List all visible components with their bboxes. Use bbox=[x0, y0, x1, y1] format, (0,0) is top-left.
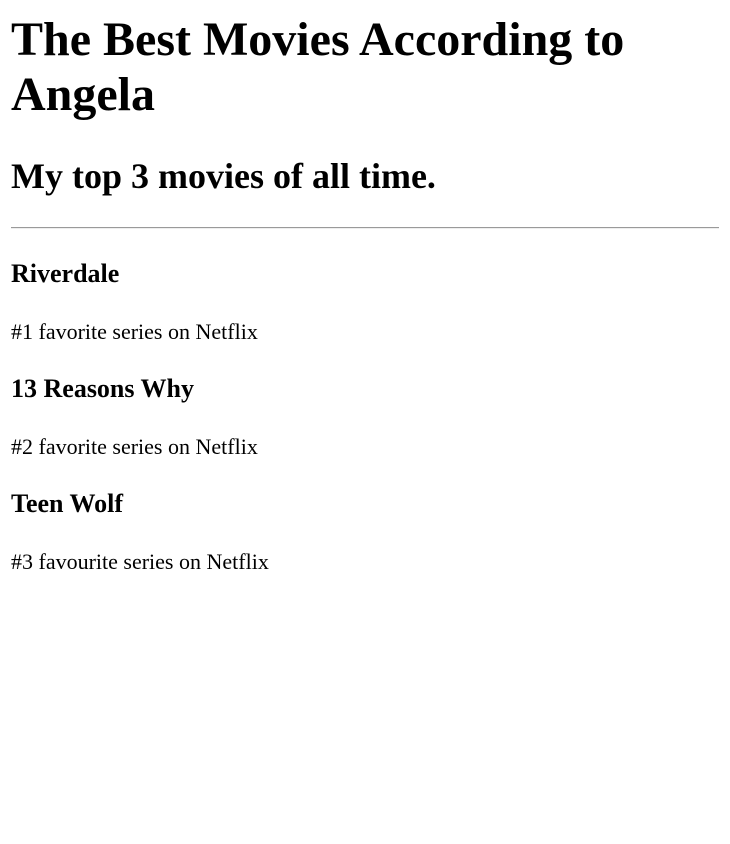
movie-item: 13 Reasons Why #2 favorite series on Net… bbox=[11, 374, 719, 460]
movie-title: 13 Reasons Why bbox=[11, 374, 195, 403]
movie-description: #3 favourite series on Netflix bbox=[11, 549, 269, 574]
movie-description: #2 favorite series on Netflix bbox=[11, 434, 258, 459]
movie-title: Teen Wolf bbox=[11, 489, 123, 518]
page-title: The Best Movies According to Angela bbox=[11, 13, 625, 121]
page-subtitle: My top 3 movies of all time. bbox=[11, 156, 436, 196]
movie-title: Riverdale bbox=[11, 259, 120, 288]
page-content: The Best Movies According to Angela My t… bbox=[0, 12, 730, 575]
movie-item: Teen Wolf #3 favourite series on Netflix bbox=[11, 489, 719, 575]
divider bbox=[11, 227, 719, 229]
movie-description: #1 favorite series on Netflix bbox=[11, 319, 258, 344]
movie-item: Riverdale #1 favorite series on Netflix bbox=[11, 259, 719, 345]
